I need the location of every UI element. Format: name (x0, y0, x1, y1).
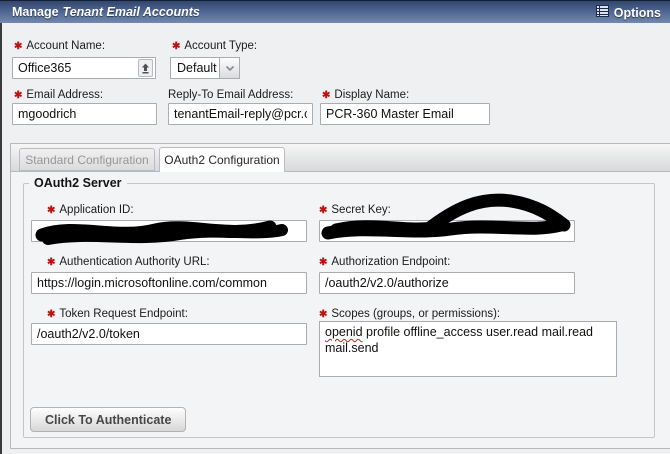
required-icon: ✱ (319, 205, 327, 216)
window-left-edge (0, 0, 2, 454)
display-name-input[interactable] (320, 103, 490, 125)
manage-tenant-email-accounts-window: Manage Tenant Email Accounts Options ✱Acc… (0, 0, 670, 454)
secret-key-label: ✱Secret Key: (319, 204, 391, 217)
required-icon: ✱ (319, 309, 327, 320)
account-name-input[interactable]: Office365 (12, 57, 156, 79)
authorization-endpoint-input[interactable] (319, 272, 575, 294)
page-title-prefix: Manage (12, 5, 59, 19)
account-name-value: Office365 (18, 61, 71, 75)
click-to-authenticate-button[interactable]: Click To Authenticate (30, 407, 186, 432)
options-label: Options (614, 6, 661, 20)
token-request-endpoint-input[interactable] (31, 323, 307, 345)
authorization-endpoint-label: ✱Authorization Endpoint: (319, 256, 450, 269)
application-id-input[interactable] (31, 220, 307, 242)
reply-to-input[interactable] (168, 103, 313, 125)
tab-standard-configuration[interactable]: Standard Configuration (19, 148, 155, 171)
options-button[interactable]: Options (596, 1, 661, 24)
application-id-label: ✱Application ID: (47, 204, 134, 217)
required-icon: ✱ (47, 257, 55, 268)
tab-oauth2-configuration[interactable]: OAuth2 Configuration (159, 147, 285, 172)
account-type-select[interactable]: Default (170, 57, 240, 79)
page-title: Manage Tenant Email Accounts (12, 5, 200, 19)
required-icon: ✱ (47, 205, 55, 216)
account-name-lookup-icon[interactable] (138, 59, 153, 77)
scopes-label: ✱Scopes (groups, or permissions): (319, 308, 500, 321)
scopes-rest: profile offline_access user.read mail.re… (325, 325, 593, 355)
required-icon: ✱ (172, 41, 180, 52)
auth-authority-url-input[interactable] (31, 272, 307, 294)
required-icon: ✱ (14, 41, 22, 52)
scopes-textarea[interactable]: openid profile offline_access user.read … (319, 321, 617, 377)
required-icon: ✱ (322, 90, 330, 101)
account-type-value: Default (171, 61, 219, 75)
required-icon: ✱ (47, 309, 55, 320)
page-title-emphasis: Tenant Email Accounts (63, 5, 200, 19)
window-header: Manage Tenant Email Accounts Options (0, 0, 670, 23)
reply-to-label: Reply-To Email Address: (168, 89, 293, 102)
email-address-label: ✱Email Address: (14, 89, 103, 102)
auth-authority-url-label: ✱Authentication Authority URL: (47, 256, 210, 269)
required-icon: ✱ (14, 90, 22, 101)
tab-strip: Standard Configuration OAuth2 Configurat… (11, 144, 670, 172)
token-request-endpoint-label: ✱Token Request Endpoint: (47, 308, 188, 321)
configuration-tab-panel: Standard Configuration OAuth2 Configurat… (10, 143, 670, 449)
options-icon (596, 4, 609, 22)
oauth2-server-legend: OAuth2 Server (29, 176, 127, 190)
account-name-label: ✱Account Name: (14, 40, 105, 53)
required-icon: ✱ (319, 257, 327, 268)
secret-key-input[interactable] (319, 220, 575, 242)
account-type-label: ✱Account Type: (172, 40, 257, 53)
scopes-flagged-word: openid (325, 325, 363, 339)
display-name-label: ✱Display Name: (322, 89, 409, 102)
chevron-down-icon[interactable] (219, 58, 239, 78)
email-address-input[interactable] (12, 103, 157, 125)
